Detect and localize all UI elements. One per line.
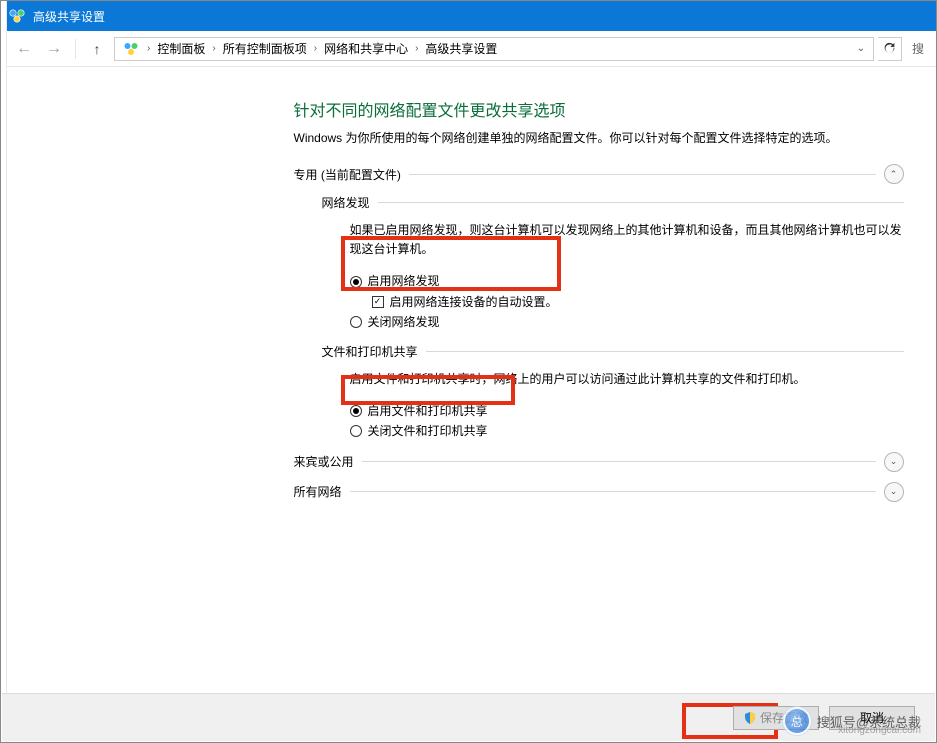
radio-network-discovery-on[interactable]: 启用网络发现 — [350, 271, 904, 291]
divider — [362, 461, 876, 462]
group-label: 网络发现 — [322, 194, 370, 211]
breadcrumb-item[interactable]: 网络和共享中心 — [321, 40, 411, 57]
nav-up-button[interactable]: ↑ — [84, 36, 110, 62]
profile-label: 来宾或公用 — [294, 453, 354, 470]
radio-network-discovery-off[interactable]: 关闭网络发现 — [350, 312, 904, 332]
watermark: 总 搜狐号@系统总裁 xitongzongcai.com — [783, 707, 921, 735]
group-file-printer-sharing: 文件和打印机共享 启用文件和打印机共享时，网络上的用户可以访问通过此计算机共享的… — [322, 343, 904, 442]
group-description: 启用文件和打印机共享时，网络上的用户可以访问通过此计算机共享的文件和打印机。 — [350, 370, 904, 389]
divider — [378, 202, 904, 203]
profile-private: 专用 (当前配置文件) ⌃ 网络发现 如果已启用网络发现，则这台计算机可以发现网… — [294, 164, 904, 442]
group-label: 文件和打印机共享 — [322, 343, 418, 360]
watermark-url: xitongzongcai.com — [838, 725, 921, 736]
divider — [350, 491, 876, 492]
refresh-icon — [883, 42, 896, 55]
radio-icon — [350, 425, 362, 437]
chevron-right-icon: › — [413, 43, 420, 54]
shield-icon — [744, 712, 756, 724]
chevron-down-icon[interactable]: ⌄ — [884, 452, 904, 472]
footer: 保存更改 取消 总 搜狐号@系统总裁 xitongzongcai.com — [2, 693, 935, 741]
network-icon — [9, 8, 25, 24]
chevron-right-icon: › — [210, 43, 217, 54]
page-title: 针对不同的网络配置文件更改共享选项 — [294, 97, 904, 121]
option-label: 启用网络发现 — [368, 271, 440, 291]
checkbox-icon — [372, 296, 384, 308]
page-subtitle: Windows 为你所使用的每个网络创建单独的网络配置文件。你可以针对每个配置文… — [294, 129, 904, 146]
breadcrumb-icon — [123, 41, 139, 57]
radio-icon — [350, 316, 362, 328]
refresh-button[interactable] — [878, 37, 902, 61]
navbar: ← → ↑ › 控制面板 › 所有控制面板项 › 网络和共享中心 › 高级共享设… — [1, 31, 936, 67]
divider — [426, 351, 904, 352]
option-label: 关闭网络发现 — [368, 312, 440, 332]
breadcrumb[interactable]: › 控制面板 › 所有控制面板项 › 网络和共享中心 › 高级共享设置 ⌄ — [114, 37, 874, 61]
profile-label: 所有网络 — [294, 483, 342, 500]
breadcrumb-dropdown[interactable]: ⌄ — [853, 43, 869, 54]
watermark-badge-icon: 总 — [783, 707, 811, 735]
titlebar: 高级共享设置 — [1, 1, 936, 31]
profile-header-guest[interactable]: 来宾或公用 ⌄ — [294, 452, 904, 472]
chevron-down-icon[interactable]: ⌄ — [884, 482, 904, 502]
checkbox-auto-setup[interactable]: 启用网络连接设备的自动设置。 — [372, 292, 904, 312]
option-label: 关闭文件和打印机共享 — [368, 421, 488, 441]
profile-guest: 来宾或公用 ⌄ — [294, 452, 904, 472]
profile-header-all[interactable]: 所有网络 ⌄ — [294, 482, 904, 502]
profile-label: 专用 (当前配置文件) — [294, 166, 401, 183]
nav-separator — [75, 39, 76, 59]
radio-file-sharing-on[interactable]: 启用文件和打印机共享 — [350, 401, 904, 421]
breadcrumb-item[interactable]: 高级共享设置 — [422, 40, 500, 57]
content-scroll[interactable]: 针对不同的网络配置文件更改共享选项 Windows 为你所使用的每个网络创建单独… — [1, 67, 936, 742]
chevron-right-icon: › — [312, 43, 319, 54]
divider — [409, 174, 876, 175]
nav-forward-button[interactable]: → — [41, 36, 67, 62]
option-label: 启用文件和打印机共享 — [368, 401, 488, 421]
window-title: 高级共享设置 — [33, 8, 105, 25]
group-network-discovery: 网络发现 如果已启用网络发现，则这台计算机可以发现网络上的其他计算机和设备，而且… — [322, 194, 904, 333]
nav-back-button[interactable]: ← — [11, 36, 37, 62]
chevron-up-icon[interactable]: ⌃ — [884, 164, 904, 184]
profile-all-networks: 所有网络 ⌄ — [294, 482, 904, 502]
breadcrumb-item[interactable]: 所有控制面板项 — [220, 40, 310, 57]
option-label: 启用网络连接设备的自动设置。 — [390, 292, 558, 312]
group-description: 如果已启用网络发现，则这台计算机可以发现网络上的其他计算机和设备，而且其他网络计… — [350, 221, 904, 259]
radio-icon — [350, 276, 362, 288]
radio-file-sharing-off[interactable]: 关闭文件和打印机共享 — [350, 421, 904, 441]
radio-icon — [350, 405, 362, 417]
search-field-stub[interactable]: 搜 — [910, 37, 926, 61]
chevron-right-icon: › — [145, 43, 152, 54]
profile-header-private[interactable]: 专用 (当前配置文件) ⌃ — [294, 164, 904, 184]
breadcrumb-item[interactable]: 控制面板 — [154, 40, 208, 57]
